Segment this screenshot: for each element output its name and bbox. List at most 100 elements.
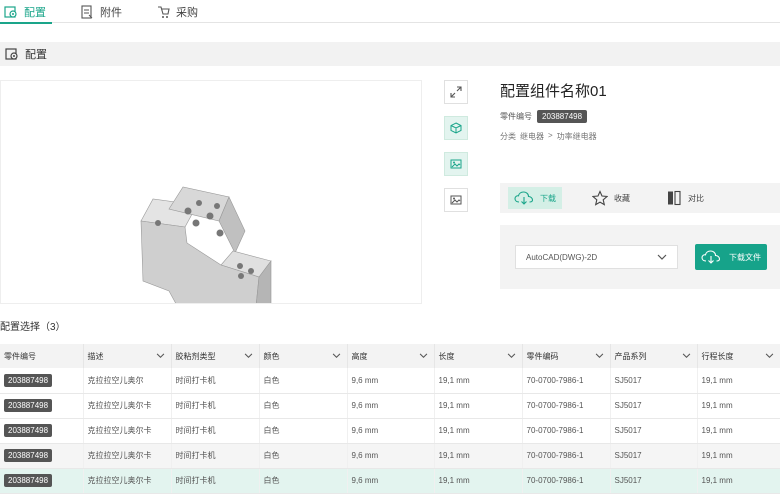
compare-label: 对比 [688, 193, 704, 203]
format-select[interactable]: AutoCAD(DWG)-2D [515, 245, 678, 269]
tab-config[interactable]: 配置 [0, 0, 56, 24]
download-file-button[interactable]: 下载文件 [695, 244, 767, 270]
download-button[interactable]: 下载 [508, 187, 562, 209]
table-cell: 克拉拉空儿奥尔卡 [83, 418, 172, 444]
part-number-badge: 203887498 [4, 474, 53, 487]
column-header-label: 产品系列 [614, 351, 647, 361]
download-panel: AutoCAD(DWG)-2D 下载文件 [500, 225, 780, 289]
part-number-badge: 203887498 [4, 399, 53, 412]
table-cell: 克拉拉空儿奥尔卡 [83, 443, 172, 469]
table-cell: 时间打卡机 [171, 468, 260, 494]
column-header[interactable]: 描述 [83, 344, 172, 368]
table-cell: 时间打卡机 [171, 393, 260, 419]
table-cell: 白色 [259, 368, 348, 394]
tab-attachment[interactable]: 附件 [76, 0, 132, 23]
chevron-down-icon[interactable] [332, 353, 341, 359]
table-cell: 203887498 [0, 368, 84, 394]
table-cell: 时间打卡机 [171, 368, 260, 394]
breadcrumb-item[interactable]: 功率继电器 [557, 131, 597, 142]
chevron-down-icon[interactable] [419, 353, 428, 359]
breadcrumb-item[interactable]: 继电器 [520, 131, 544, 142]
view-image-alt-button[interactable] [444, 188, 468, 212]
table-cell: 203887498 [0, 393, 84, 419]
table-row[interactable]: 203887498 克拉拉空儿奥尔卡 时间打卡机 白色 9,6 mm 19,1 mm 70-… [0, 443, 780, 469]
table-cell: 白色 [259, 418, 348, 444]
column-header[interactable]: 颜色 [259, 344, 348, 368]
table-cell: SJ5017 [610, 468, 698, 494]
view-image-button[interactable] [444, 152, 468, 176]
chevron-down-icon[interactable] [156, 353, 165, 359]
column-header[interactable]: 产品系列 [610, 344, 698, 368]
table-cell: 时间打卡机 [171, 418, 260, 444]
chevron-down-icon[interactable] [765, 353, 774, 359]
column-header-label: 描述 [87, 351, 104, 361]
table-cell: 70-0700-7986-1 [522, 393, 611, 419]
viewer-toolbar [444, 80, 468, 224]
config-table: 零件编号 描述 胶粘剂类型 颜色 高度 长度 零件编码 产品系列 行程长度 203887498 克… [0, 344, 780, 494]
model-viewer[interactable] [0, 80, 422, 357]
column-header[interactable]: 胶粘剂类型 [171, 344, 260, 368]
table-cell: 19,1 mm [697, 443, 780, 469]
chevron-down-icon[interactable] [507, 353, 516, 359]
column-header-label: 颜色 [263, 351, 280, 361]
image-icon [450, 159, 462, 169]
table-cell: SJ5017 [610, 368, 698, 394]
tab-purchase-label: 采购 [176, 6, 198, 19]
view-3d-button[interactable] [444, 116, 468, 140]
column-header-label: 零件编号 [4, 351, 36, 361]
column-header[interactable]: 零件编码 [522, 344, 611, 368]
table-cell: 白色 [259, 443, 348, 469]
table-cell: 克拉拉空儿奥尔卡 [83, 393, 172, 419]
breadcrumb-separator: > [548, 131, 553, 140]
table-row[interactable]: 203887498 克拉拉空儿奥尔卡 时间打卡机 白色 9,6 mm 19,1 mm 70-… [0, 418, 780, 444]
download-label: 下载 [540, 193, 556, 203]
tab-attachment-label: 附件 [100, 6, 122, 19]
table-cell: SJ5017 [610, 393, 698, 419]
3d-cube-icon [450, 122, 462, 134]
table-cell: 70-0700-7986-1 [522, 443, 611, 469]
column-header[interactable]: 高度 [347, 344, 435, 368]
part-number-badge: 203887498 [4, 424, 53, 437]
table-cell: 克拉拉空儿奥尔卡 [83, 468, 172, 494]
table-cell: 19,1 mm [434, 368, 523, 394]
table-row[interactable]: 203887498 克拉拉空儿奥尔卡 时间打卡机 白色 9,6 mm 19,1 mm 70-… [0, 468, 780, 494]
category-label: 分类 [500, 132, 516, 141]
table-cell: 203887498 [0, 443, 84, 469]
format-select-value: AutoCAD(DWG)-2D [526, 252, 598, 262]
table-cell: 时间打卡机 [171, 443, 260, 469]
table-row[interactable]: 203887498 克拉拉空儿奥尔卡 时间打卡机 白色 9,6 mm 19,1 mm 70-… [0, 393, 780, 419]
column-header[interactable]: 行程长度 [697, 344, 780, 368]
table-cell: 19,1 mm [434, 468, 523, 494]
table-cell: 19,1 mm [697, 368, 780, 394]
cloud-download-icon [701, 250, 721, 264]
part-number-row: 零件编号 203887498 [500, 110, 588, 123]
column-header-label: 零件编码 [526, 351, 559, 361]
top-tabs: 配置 附件 采购 [0, 0, 780, 24]
expand-icon [450, 86, 462, 98]
column-header[interactable]: 长度 [434, 344, 523, 368]
config-icon [5, 48, 18, 60]
table-cell: 白色 [259, 468, 348, 494]
download-file-label: 下载文件 [729, 252, 761, 262]
chevron-down-icon[interactable] [682, 353, 691, 359]
table-cell: 70-0700-7986-1 [522, 468, 611, 494]
product-3d-model [140, 186, 272, 357]
compare-button[interactable]: 对比 [660, 187, 710, 209]
cloud-download-icon [514, 191, 534, 205]
table-cell: 19,1 mm [697, 418, 780, 444]
chevron-down-icon[interactable] [595, 353, 604, 359]
part-number-badge: 203887498 [4, 449, 53, 462]
favorite-button[interactable]: 收藏 [586, 187, 636, 209]
table-cell: 9,6 mm [347, 443, 435, 469]
table-cell: 9,6 mm [347, 468, 435, 494]
tab-purchase[interactable]: 采购 [152, 0, 208, 23]
table-cell: 9,6 mm [347, 368, 435, 394]
chevron-down-icon[interactable] [244, 353, 253, 359]
table-cell: 70-0700-7986-1 [522, 368, 611, 394]
column-header-label: 长度 [438, 351, 455, 361]
table-cell: 19,1 mm [434, 393, 523, 419]
part-number-badge: 203887498 [537, 110, 588, 123]
table-row[interactable]: 203887498 克拉拉空儿奥尔 时间打卡机 白色 9,6 mm 19,1 mm 70-0… [0, 368, 780, 394]
column-header[interactable]: 零件编号 [0, 344, 84, 368]
fullscreen-button[interactable] [444, 80, 468, 104]
